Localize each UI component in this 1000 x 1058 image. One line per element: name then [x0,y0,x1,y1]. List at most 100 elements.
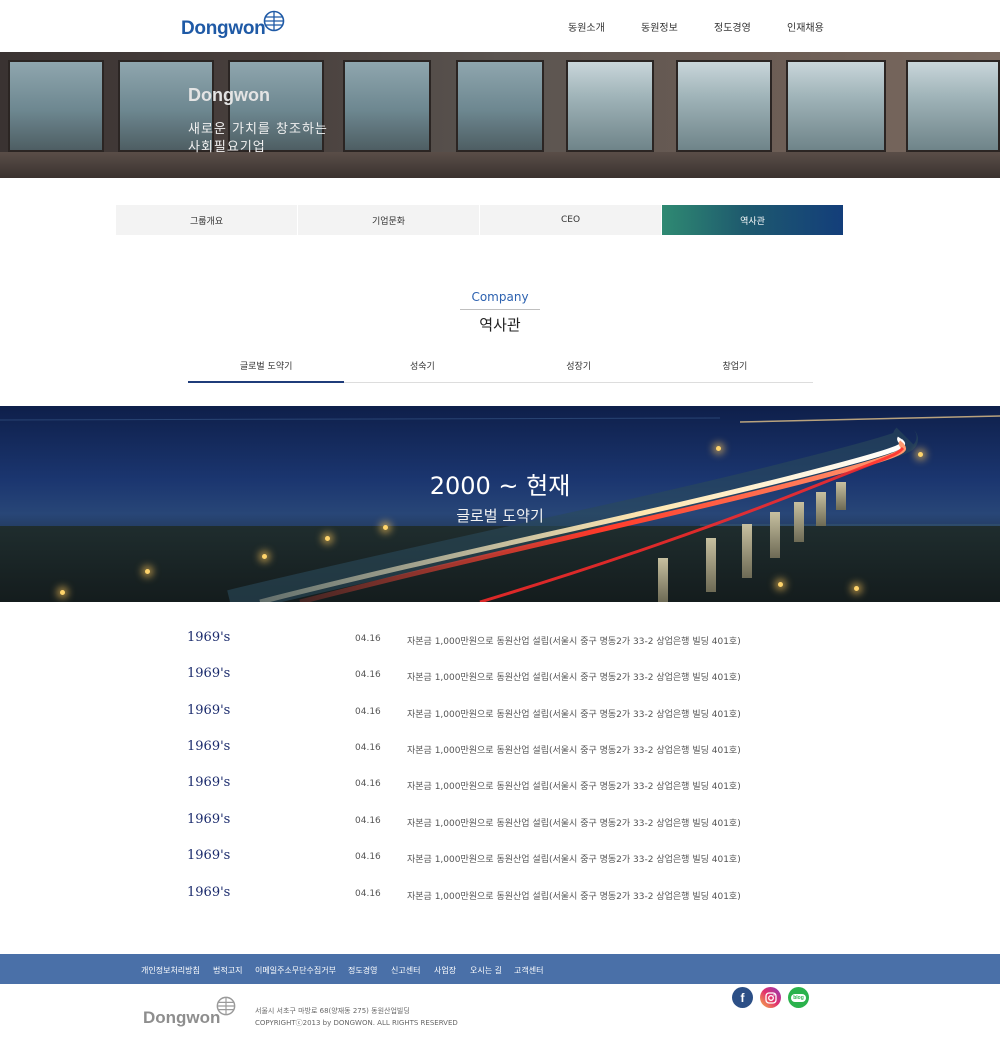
history-date: 04.16 [355,634,381,644]
footer-link-ethics[interactable]: 정도경영 [348,965,377,976]
instagram-icon[interactable] [760,987,781,1008]
company-tabs: 그룹개요 기업문화 CEO 역사관 [116,205,843,235]
nav-item-careers[interactable]: 인재채용 [787,19,824,34]
history-date: 04.16 [355,670,381,680]
footer-copyright: COPYRIGHTⓒ2013 by DONGWON. ALL RIGHTS RE… [255,1019,458,1027]
street-light [145,569,150,574]
history-row: 1969's 04.16 자본금 1,000만원으로 동원산업 설립(서울시 중… [0,729,1000,765]
street-light [716,446,721,451]
footer-nav: 개인정보처리방침 법적고지 이메일주소무단수집거부 정도경영 신고센터 사업장 … [0,954,1000,984]
history-desc: 자본금 1,000만원으로 동원산업 설립(서울시 중구 명동2가 33-2 상… [407,782,741,792]
history-year: 1969's [187,848,231,863]
era-tabs: 글로벌 도약기 성숙기 성장기 창업기 [188,350,813,383]
footer-link-customer[interactable]: 고객센터 [514,965,543,976]
site-header: Dongwon 동원소개 동원정보 정도경영 인재채용 [0,0,1000,52]
street-light [778,582,783,587]
hero-window [343,60,431,152]
hero-banner: Dongwon 새로운 가치를 창조하는 사회필요기업 [0,52,1000,178]
hero-window [8,60,104,152]
history-desc: 자본금 1,000만원으로 동원산업 설립(서울시 중구 명동2가 33-2 상… [407,855,741,865]
footer-link-sites[interactable]: 사업장 [434,965,456,976]
street-light [262,554,267,559]
bridge-pier [742,524,752,578]
footer-link-directions[interactable]: 오시는 길 [470,965,502,976]
tab-corporate-culture[interactable]: 기업문화 [298,205,480,235]
nav-item-info[interactable]: 동원정보 [641,19,678,34]
street-light [325,536,330,541]
footer-address: 서울시 서초구 마방로 68(양재동 275) 동원산업빌딩 [255,1007,410,1015]
section-subtitle: Company [471,290,529,304]
footer-logo-text: Dongwon [143,1008,221,1027]
hero-window [786,60,886,152]
tab-ceo[interactable]: CEO [480,205,662,235]
street-light [854,586,859,591]
history-row: 1969's 04.16 자본금 1,000만원으로 동원산업 설립(서울시 중… [0,875,1000,911]
subtab-global-leap[interactable]: 글로벌 도약기 [188,350,345,383]
page-title: 역사관 [479,316,521,334]
history-date: 04.16 [355,707,381,717]
history-year: 1969's [187,812,231,827]
hero-tagline-1: 새로운 가치를 창조하는 [188,122,328,137]
facebook-icon[interactable]: f [732,987,753,1008]
history-desc: 자본금 1,000만원으로 동원산업 설립(서울시 중구 명동2가 33-2 상… [407,746,741,756]
section-divider [460,309,540,310]
history-desc: 자본금 1,000만원으로 동원산업 설립(서울시 중구 명동2가 33-2 상… [407,673,741,683]
history-row: 1969's 04.16 자본금 1,000만원으로 동원산업 설립(서울시 중… [0,620,1000,656]
footer-link-email-policy[interactable]: 이메일주소무단수집거부 [255,965,336,976]
bridge-pier [658,558,668,602]
blog-icon[interactable]: blog [788,987,809,1008]
history-date: 04.16 [355,779,381,789]
footer-link-report[interactable]: 신고센터 [391,965,420,976]
logo[interactable]: Dongwon [181,8,285,40]
tab-history[interactable]: 역사관 [662,205,843,235]
history-date: 04.16 [355,889,381,899]
globe-icon [264,10,285,32]
hero-window [566,60,654,152]
history-year: 1969's [187,703,231,718]
history-year: 1969's [187,739,231,754]
era-name: 글로벌 도약기 [456,507,544,525]
era-banner [0,406,1000,602]
history-desc: 자본금 1,000만원으로 동원산업 설립(서울시 중구 명동2가 33-2 상… [407,819,741,829]
history-year: 1969's [187,775,231,790]
history-row: 1969's 04.16 자본금 1,000만원으로 동원산업 설립(서울시 중… [0,765,1000,801]
history-row: 1969's 04.16 자본금 1,000만원으로 동원산업 설립(서울시 중… [0,838,1000,874]
history-row: 1969's 04.16 자본금 1,000만원으로 동원산업 설립(서울시 중… [0,656,1000,692]
street-light [60,590,65,595]
history-desc: 자본금 1,000만원으로 동원산업 설립(서울시 중구 명동2가 33-2 상… [407,892,741,902]
highway-light-trails [0,415,1000,602]
blog-label: blog [791,993,806,1002]
history-desc: 자본금 1,000만원으로 동원산업 설립(서울시 중구 명동2가 33-2 상… [407,637,741,647]
hero-window [456,60,544,152]
site-footer: Dongwon 서울시 서초구 마방로 68(양재동 275) 동원산업빌딩 C… [0,984,1000,1058]
subtab-growth[interactable]: 성장기 [501,350,657,382]
history-date: 04.16 [355,816,381,826]
history-year: 1969's [187,630,231,645]
history-year: 1969's [187,885,231,900]
bridge-pier [706,538,716,592]
hero-window [676,60,772,152]
history-date: 04.16 [355,852,381,862]
tab-group-overview[interactable]: 그룹개요 [116,205,298,235]
street-light [918,452,923,457]
history-row: 1969's 04.16 자본금 1,000만원으로 동원산업 설립(서울시 중… [0,802,1000,838]
hero-window [906,60,1000,152]
history-year: 1969's [187,666,231,681]
globe-icon [217,996,236,1016]
instagram-glyph [764,991,777,1004]
hero-tagline-2: 사회필요기업 [188,140,266,155]
era-years: 2000 ~ 현재 [429,472,571,500]
hero-brand: Dongwon [188,85,270,105]
logo-text: Dongwon [181,18,266,39]
hero-ledge [0,152,1000,178]
footer-logo[interactable]: Dongwon [143,996,236,1028]
history-desc: 자본금 1,000만원으로 동원산업 설립(서울시 중구 명동2가 33-2 상… [407,710,741,720]
footer-link-privacy[interactable]: 개인정보처리방침 [141,965,200,976]
nav-item-ethics[interactable]: 정도경영 [714,19,751,34]
history-row: 1969's 04.16 자본금 1,000만원으로 동원산업 설립(서울시 중… [0,693,1000,729]
subtab-founding[interactable]: 창업기 [657,350,813,382]
subtab-maturity[interactable]: 성숙기 [344,350,500,382]
history-date: 04.16 [355,743,381,753]
footer-link-legal[interactable]: 법적고지 [213,965,242,976]
nav-item-about[interactable]: 동원소개 [568,19,605,34]
